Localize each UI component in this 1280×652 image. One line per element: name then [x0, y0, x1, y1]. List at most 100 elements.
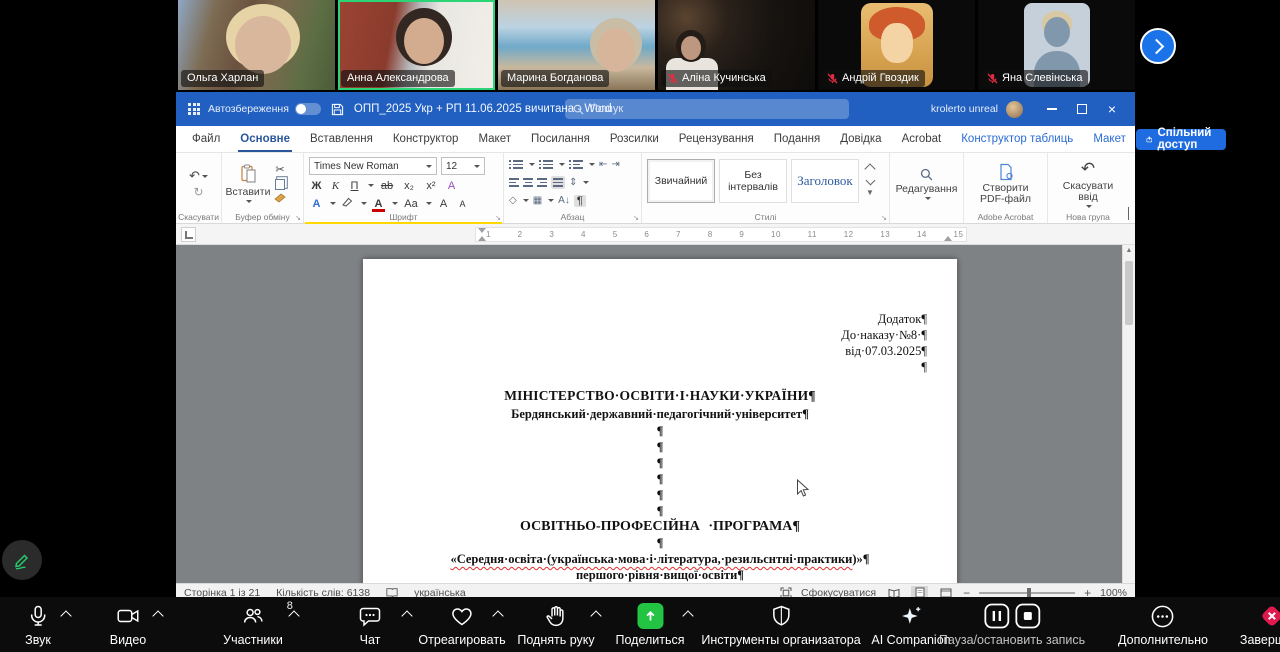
video-options-chevron[interactable]: [152, 610, 164, 622]
next-participants-button[interactable]: [1140, 28, 1176, 64]
align-left-button[interactable]: [509, 178, 519, 187]
increase-indent-button[interactable]: ⇥: [611, 159, 619, 170]
paragraph-dialog-launcher[interactable]: ↘: [633, 214, 639, 222]
shading-button[interactable]: ◇: [509, 195, 517, 206]
font-color-button[interactable]: А: [371, 198, 386, 212]
participant-tile-active-speaker[interactable]: Анна Александрова: [338, 0, 495, 90]
decrease-indent-button[interactable]: ⇤: [599, 159, 607, 170]
style-normal[interactable]: Звичайний: [647, 159, 715, 203]
tab-table-design[interactable]: Конструктор таблиць: [951, 126, 1083, 152]
reactions-options-chevron[interactable]: [492, 610, 504, 622]
first-line-indent-marker[interactable]: [478, 228, 486, 233]
toolbar-end-meeting[interactable]: Завершить: [1240, 602, 1280, 647]
align-right-button[interactable]: [537, 178, 547, 187]
justify-button[interactable]: [551, 176, 565, 189]
vertical-scrollbar[interactable]: ▲: [1122, 245, 1135, 583]
toolbar-more[interactable]: Дополнительно: [1118, 602, 1208, 647]
participant-tile[interactable]: Аліна Кучинська: [658, 0, 815, 90]
change-case-button[interactable]: Аа: [402, 198, 420, 210]
tab-references[interactable]: Посилання: [521, 126, 600, 152]
sort-button[interactable]: А↓: [558, 195, 570, 206]
clipboard-dialog-launcher[interactable]: ↘: [295, 214, 301, 222]
paste-button[interactable]: Вставити: [226, 157, 270, 210]
close-button[interactable]: ×: [1097, 92, 1127, 126]
styles-gallery-more[interactable]: ▼: [866, 188, 874, 197]
bold-button[interactable]: Ж: [309, 180, 324, 192]
participant-tile[interactable]: Марина Богданова: [498, 0, 655, 90]
tab-help[interactable]: Довідка: [830, 126, 891, 152]
change-case-dropdown[interactable]: [426, 202, 432, 205]
undo-input-button[interactable]: ↶ Скасувати ввід: [1053, 157, 1123, 210]
show-formatting-marks-button[interactable]: ¶: [573, 194, 586, 207]
tab-insert[interactable]: Вставлення: [300, 126, 383, 152]
toolbar-participants[interactable]: 8 Участники: [223, 600, 293, 647]
format-painter-icon[interactable]: [274, 193, 286, 204]
account-name[interactable]: krolerto unreal: [931, 103, 998, 115]
text-effects-dropdown[interactable]: [330, 202, 336, 205]
shrink-font-button[interactable]: А: [455, 199, 470, 209]
cut-icon[interactable]: ✂: [275, 163, 284, 176]
borders-button[interactable]: ▦: [533, 195, 542, 206]
audio-options-chevron[interactable]: [60, 610, 72, 622]
style-no-spacing[interactable]: Без інтервалів: [719, 159, 787, 203]
restore-button[interactable]: [1067, 92, 1097, 126]
multilevel-list-button[interactable]: [569, 160, 583, 169]
share-document-button[interactable]: Спільний доступ: [1135, 127, 1226, 151]
document-page[interactable]: Додаток¶ До·наказу·№8·¶ від·07.03.2025¶ …: [363, 259, 957, 583]
tab-file[interactable]: Файл: [182, 126, 230, 152]
minimize-button[interactable]: [1037, 92, 1067, 126]
styles-scroll-down[interactable]: [865, 175, 875, 186]
toolbar-chat[interactable]: Чат: [358, 602, 383, 647]
numbering-button[interactable]: [539, 160, 553, 169]
tab-home[interactable]: Основне: [230, 126, 300, 152]
superscript-button[interactable]: x²: [422, 180, 440, 192]
underline-button[interactable]: П: [347, 180, 362, 192]
create-pdf-button[interactable]: Створити PDF-файл: [969, 157, 1042, 210]
raise-hand-options-chevron[interactable]: [590, 610, 602, 622]
save-icon[interactable]: [331, 103, 344, 116]
editing-button[interactable]: Редагування: [895, 157, 958, 210]
tab-view[interactable]: Подання: [764, 126, 830, 152]
redo-button[interactable]: ↻: [193, 185, 203, 199]
styles-scroll-up[interactable]: [864, 163, 876, 175]
align-center-button[interactable]: [523, 178, 533, 187]
styles-dialog-launcher[interactable]: ↘: [881, 214, 887, 222]
clear-formatting-button[interactable]: A: [444, 180, 459, 192]
subscript-button[interactable]: x₂: [400, 180, 418, 192]
autosave-toggle[interactable]: [294, 103, 321, 115]
stop-recording-icon[interactable]: [1014, 603, 1040, 629]
paste-dropdown[interactable]: [246, 200, 252, 203]
strikethrough-button[interactable]: ab: [378, 180, 396, 192]
copy-icon[interactable]: [275, 179, 285, 190]
undo-button[interactable]: ↶: [189, 168, 208, 184]
account-avatar[interactable]: [1006, 100, 1023, 118]
annotate-button[interactable]: [2, 540, 42, 580]
participant-tile[interactable]: Ольга Харлан: [178, 0, 335, 90]
app-grid-icon[interactable]: [188, 103, 200, 115]
highlight-button[interactable]: [340, 197, 355, 210]
share-options-chevron[interactable]: [682, 610, 694, 622]
toolbar-share-screen[interactable]: Поделиться: [615, 602, 685, 647]
participant-tile[interactable]: Яна Слевінська: [978, 0, 1135, 90]
toolbar-video[interactable]: Видео: [110, 602, 146, 647]
tab-acrobat[interactable]: Acrobat: [892, 126, 952, 152]
text-effects-button[interactable]: А: [309, 198, 324, 210]
scroll-up-arrow[interactable]: ▲: [1123, 245, 1135, 257]
tab-layout[interactable]: Макет: [468, 126, 521, 152]
font-dialog-launcher[interactable]: ↘: [495, 214, 501, 222]
grow-font-button[interactable]: А: [436, 198, 451, 210]
zoom-slider[interactable]: [979, 587, 1076, 598]
participants-options-chevron[interactable]: [288, 610, 300, 622]
tab-design[interactable]: Конструктор: [383, 126, 469, 152]
toolbar-recording-controls[interactable]: Пауза/остановить запись: [939, 602, 1085, 647]
bullets-button[interactable]: [509, 160, 523, 169]
zoom-slider-thumb[interactable]: [1027, 587, 1032, 598]
font-color-dropdown[interactable]: [392, 202, 398, 205]
participant-tile[interactable]: Андрій Гвоздик: [818, 0, 975, 90]
tab-review[interactable]: Рецензування: [669, 126, 764, 152]
toolbar-reactions[interactable]: Отреагировать: [418, 602, 506, 647]
style-heading[interactable]: Заголовок: [791, 159, 859, 203]
tab-table-layout[interactable]: Макет: [1083, 126, 1136, 152]
toolbar-audio[interactable]: Звук: [25, 602, 51, 647]
tab-mailings[interactable]: Розсилки: [600, 126, 669, 152]
